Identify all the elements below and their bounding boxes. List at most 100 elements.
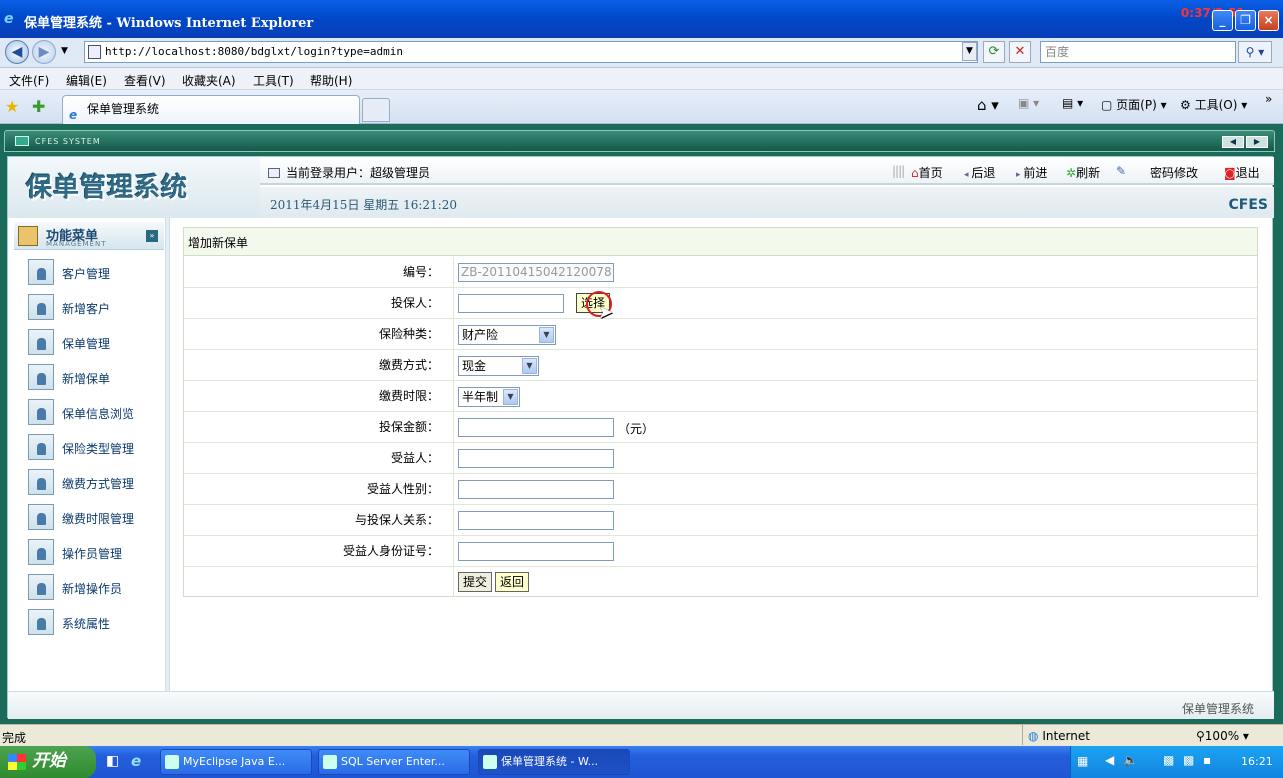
beneficiary-gender-input[interactable] xyxy=(458,480,614,499)
maximize-button[interactable]: ❐ xyxy=(1235,10,1256,31)
scroll-left-button[interactable]: ◀ xyxy=(1222,136,1244,148)
sidebar-item-add-operator[interactable]: 新增操作员 xyxy=(28,574,164,602)
insurance-type-select[interactable]: 财产险 ▼ xyxy=(458,325,556,345)
toolbar-grip: |||| xyxy=(892,164,905,178)
user-icon xyxy=(28,434,54,460)
add-favorite-icon[interactable]: ✚ xyxy=(32,97,45,116)
quicklaunch-icon[interactable]: ◧ xyxy=(106,753,119,769)
row-relation: 与投保人关系： xyxy=(184,505,1257,536)
sidebar-item-policy-browse[interactable]: 保单信息浏览 xyxy=(28,399,164,427)
row-amount: 投保金额： （元） xyxy=(184,412,1257,443)
user-icon xyxy=(28,364,54,390)
submit-button[interactable]: 提交 xyxy=(458,572,492,592)
return-button[interactable]: 返回 xyxy=(495,572,529,592)
sidebar-item-operator-manage[interactable]: 操作员管理 xyxy=(28,539,164,567)
sidebar-item-payment-method[interactable]: 缴费方式管理 xyxy=(28,469,164,497)
print-icon[interactable]: ▤ ▾ xyxy=(1062,96,1083,110)
url-input[interactable]: http://localhost:8080/bdglxt/login?type=… xyxy=(84,41,978,63)
globe-icon: ◍ xyxy=(1028,729,1039,743)
user-icon xyxy=(28,259,54,285)
header-bottom: 2011年4月15日 星期五 16:21:20 CFES xyxy=(260,187,1274,218)
menu-folder-icon xyxy=(18,226,38,246)
row-id-number: 受益人身份证号： xyxy=(184,536,1257,567)
stop-icon[interactable]: ✕ xyxy=(1009,41,1031,63)
feeds-icon[interactable]: ▣ ▾ xyxy=(1018,96,1039,110)
search-input[interactable]: 百度 xyxy=(1040,41,1236,63)
insurer-input[interactable] xyxy=(458,294,564,313)
zoom-control[interactable]: ⚲100% ▾ xyxy=(1196,729,1249,743)
task-ie-baodan[interactable]: 保单管理系统 - W... xyxy=(478,749,630,775)
tab-bar: ★ ✚ e 保单管理系统 ⌂ ▾ ▣ ▾ ▤ ▾ ▢ 页面(P) ▾ ⚙ 工具(O… xyxy=(0,90,1283,124)
tools-menu[interactable]: ⚙ 工具(O) ▾ xyxy=(1180,96,1247,113)
close-button[interactable]: × xyxy=(1258,10,1279,31)
sidebar-item-insurance-type[interactable]: 保险类型管理 xyxy=(28,434,164,462)
user-icon xyxy=(28,469,54,495)
network2-icon[interactable]: ▩ xyxy=(1183,753,1194,767)
menu-edit[interactable]: 编辑(E) xyxy=(66,72,107,89)
sidebar-item-customer-manage[interactable]: 客户管理 xyxy=(28,259,164,287)
new-tab-button[interactable] xyxy=(362,98,390,122)
beneficiary-input[interactable] xyxy=(458,449,614,468)
payment-method-select[interactable]: 现金 ▼ xyxy=(458,356,539,376)
menu-tools[interactable]: 工具(T) xyxy=(253,72,294,89)
speaker-icon[interactable]: 🔈 xyxy=(1123,753,1138,767)
eclipse-icon xyxy=(165,755,179,769)
history-dropdown-icon[interactable]: ▼ xyxy=(61,46,68,56)
collapse-icon[interactable]: » xyxy=(146,230,158,242)
start-button[interactable]: 开始 xyxy=(0,746,96,778)
header-logo-area: 保单管理系统 xyxy=(8,157,260,218)
refresh-icon[interactable]: ⟳ xyxy=(983,41,1005,63)
forward-link[interactable]: ▸ 前进 xyxy=(1016,164,1047,181)
sidebar-item-policy-manage[interactable]: 保单管理 xyxy=(28,329,164,357)
chevron-down-icon: ▼ xyxy=(503,389,518,405)
sidebar-item-add-customer[interactable]: 新增客户 xyxy=(28,294,164,322)
payment-term-select[interactable]: 半年制 ▼ xyxy=(458,387,520,407)
minimize-button[interactable]: _ xyxy=(1212,10,1233,31)
tray-expand-icon[interactable]: ◀ xyxy=(1105,753,1114,767)
search-icon[interactable]: ⚲ ▾ xyxy=(1238,41,1272,63)
relation-input[interactable] xyxy=(458,511,614,530)
cfes-logo: CFES xyxy=(1228,197,1268,213)
change-password-link[interactable]: 密码修改 xyxy=(1150,164,1198,181)
beneficiary-id-input[interactable] xyxy=(458,542,614,561)
sidebar-splitter[interactable] xyxy=(166,218,170,691)
back-link[interactable]: ◂ 后退 xyxy=(964,164,995,181)
header-top: 当前登录用户：超级管理员 |||| ⌂首页 ◂ 后退 ▸ 前进 ✲刷新 ✎ 密码… xyxy=(260,157,1274,185)
amount-input[interactable] xyxy=(458,418,614,437)
more-tools-icon[interactable]: » xyxy=(1265,92,1272,106)
safely-remove-icon[interactable]: ▪ xyxy=(1203,753,1211,767)
forward-nav-button[interactable]: ▶ xyxy=(32,40,56,64)
row-beneficiary: 受益人： xyxy=(184,443,1257,474)
tab-baodan[interactable]: e 保单管理系统 xyxy=(62,95,360,124)
address-bar: ◀ ▶ ▼ http://localhost:8080/bdglxt/login… xyxy=(0,38,1283,68)
task-myeclipse[interactable]: MyEclipse Java E... xyxy=(160,749,312,775)
menu-help[interactable]: 帮助(H) xyxy=(310,72,352,89)
status-bar: 完成 ◍ Internet ⚲100% ▾ xyxy=(0,724,1283,746)
sidebar-item-system-props[interactable]: 系统属性 xyxy=(28,609,164,637)
back-nav-button[interactable]: ◀ xyxy=(5,40,29,64)
zone-indicator: ◍ Internet xyxy=(1028,729,1090,743)
logout-link[interactable]: ◙退出 xyxy=(1224,164,1260,181)
network-icon[interactable]: ▩ xyxy=(1163,753,1174,767)
row-number: 编号： ZB-20110415042120078 xyxy=(184,257,1257,288)
user-icon xyxy=(28,329,54,355)
refresh-link[interactable]: ✲刷新 xyxy=(1066,164,1100,181)
sidebar-item-payment-term[interactable]: 缴费时限管理 xyxy=(28,504,164,532)
amount-unit: （元） xyxy=(618,422,655,436)
page-menu[interactable]: ▢ 页面(P) ▾ xyxy=(1101,96,1167,113)
sidebar-item-add-policy[interactable]: 新增保单 xyxy=(28,364,164,392)
url-dropdown-button[interactable]: ▼ xyxy=(962,42,977,61)
ie-quicklaunch-icon[interactable]: e xyxy=(131,752,141,770)
keyboard-icon[interactable]: ▦ xyxy=(1077,754,1088,768)
task-sqlserver[interactable]: SQL Server Enter... xyxy=(318,749,470,775)
system-tray: ▦ ◀ 🔈 ▩ ▩ ▪ 16:21 xyxy=(1070,746,1283,778)
home-icon[interactable]: ⌂ ▾ xyxy=(977,96,999,114)
favorites-star-icon[interactable]: ★ xyxy=(5,97,19,116)
menu-file[interactable]: 文件(F) xyxy=(9,72,49,89)
menu-favorites[interactable]: 收藏夹(A) xyxy=(182,72,236,89)
menu-header: 功能菜单 MANAGEMENT » xyxy=(14,222,164,250)
menu-view[interactable]: 查看(V) xyxy=(124,72,166,89)
row-payment-term: 缴费时限： 半年制 ▼ xyxy=(184,381,1257,412)
home-link[interactable]: ⌂首页 xyxy=(911,164,943,181)
scroll-right-button[interactable]: ▶ xyxy=(1246,136,1268,148)
